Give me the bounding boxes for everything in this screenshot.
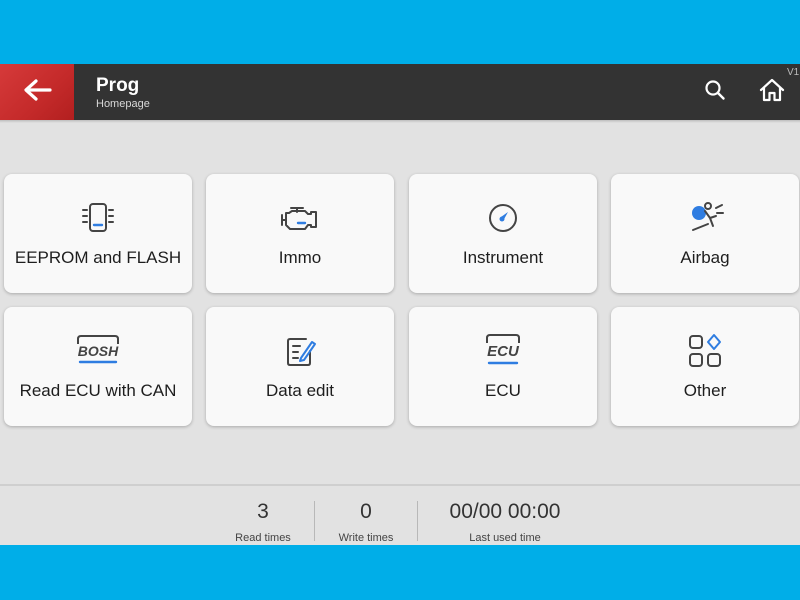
page-title: Prog (96, 75, 140, 96)
write-times-label: Write times (338, 532, 394, 544)
stat-divider (314, 501, 315, 541)
grid-apps-icon (611, 331, 799, 371)
tile-label: Immo (278, 248, 322, 267)
home-button[interactable] (758, 78, 786, 106)
tile-immo[interactable]: Immo (206, 174, 394, 293)
tile-label: Instrument (462, 248, 544, 267)
tile-data-edit[interactable]: Data edit (206, 307, 394, 426)
tile-label: Read ECU with CAN (19, 381, 177, 400)
search-icon (704, 79, 726, 106)
last-used-stat: 00/00 00:00 Last used time (430, 500, 580, 544)
tile-other[interactable]: Other (611, 307, 799, 426)
app-header: Prog Homepage V1. (0, 64, 800, 120)
header-divider (0, 120, 800, 123)
tile-label: EEPROM and FLASH (14, 248, 182, 267)
tile-read-ecu-can[interactable]: BOSH Read ECU with CAN (4, 307, 192, 426)
back-button[interactable] (0, 64, 74, 120)
read-times-stat: 3 Read times (223, 500, 303, 544)
search-button[interactable] (701, 78, 729, 106)
write-times-value: 0 (360, 500, 372, 523)
tile-airbag[interactable]: Airbag (611, 174, 799, 293)
chip-icon (4, 198, 192, 238)
footer-divider (0, 484, 800, 486)
last-used-value: 00/00 00:00 (449, 500, 561, 523)
version-label: V1. (786, 67, 800, 78)
stat-divider (417, 501, 418, 541)
tile-instrument[interactable]: Instrument (409, 174, 597, 293)
read-times-value: 3 (257, 500, 269, 523)
tile-label: Other (683, 381, 727, 400)
edit-document-icon (206, 331, 394, 371)
page-subtitle: Homepage (96, 98, 150, 110)
airbag-icon (611, 198, 799, 238)
bosh-logo-text: BOSH (78, 343, 119, 359)
tile-eeprom-flash[interactable]: EEPROM and FLASH (4, 174, 192, 293)
read-times-label: Read times (235, 532, 291, 544)
tile-ecu[interactable]: ECU ECU (409, 307, 597, 426)
bosh-icon: BOSH (4, 331, 192, 371)
ecu-logo-text: ECU (487, 343, 520, 360)
engine-icon (206, 198, 394, 238)
gauge-icon (409, 198, 597, 238)
app-screen: Prog Homepage V1. (0, 64, 800, 545)
tile-label: Airbag (680, 248, 730, 267)
ecu-icon: ECU (409, 331, 597, 371)
last-used-label: Last used time (469, 532, 541, 544)
tile-label: ECU (485, 381, 521, 400)
home-icon (759, 78, 785, 107)
arrow-left-icon (22, 78, 52, 107)
tile-label: Data edit (265, 381, 335, 400)
write-times-stat: 0 Write times (325, 500, 407, 544)
